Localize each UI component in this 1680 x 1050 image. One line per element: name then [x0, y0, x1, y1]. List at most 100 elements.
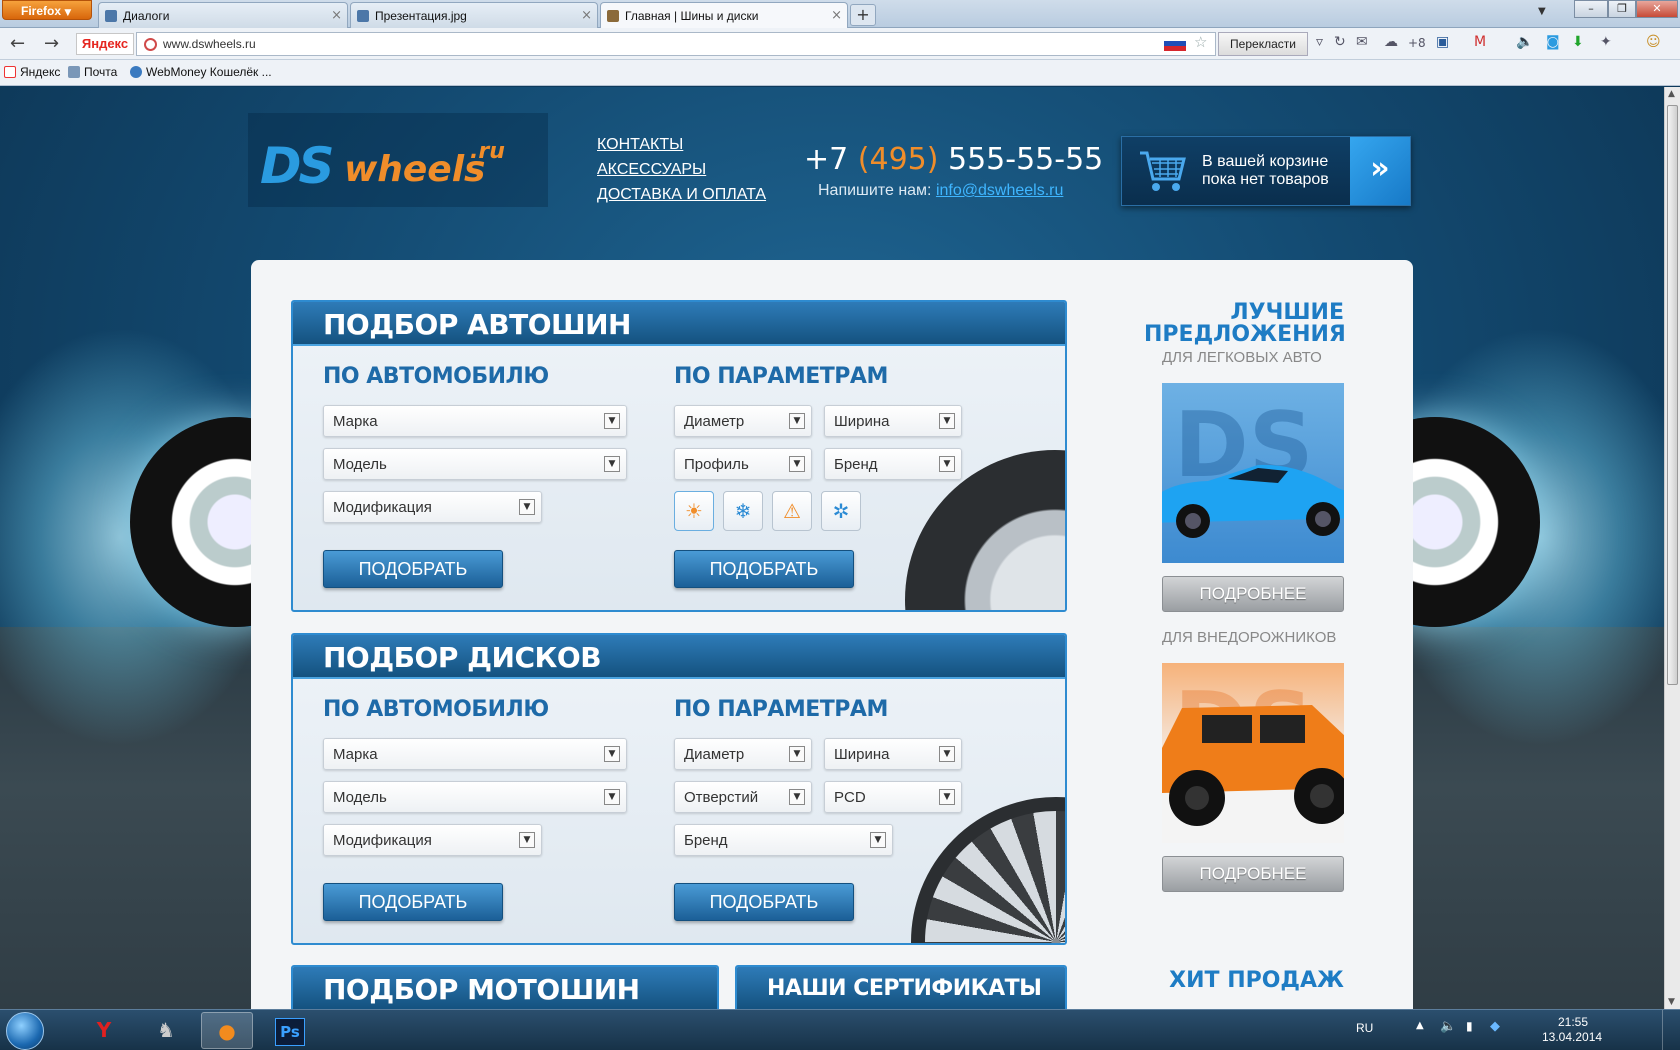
email-link[interactable]: info@dswheels.ru [936, 182, 1063, 199]
best-offers-title: ЛУЧШИЕ ПРЕДЛОЖЕНИЯ [1144, 302, 1346, 346]
car-offer-image[interactable]: DS [1162, 383, 1344, 563]
tab-dialogs[interactable]: Диалоги × [98, 2, 348, 28]
start-button[interactable] [6, 1012, 44, 1050]
reload-icon[interactable]: ↻ [1334, 34, 1346, 50]
volume-icon[interactable]: 🔈 [1440, 1019, 1456, 1034]
maximize-button[interactable]: ❐ [1608, 0, 1636, 18]
yandex-search-button[interactable]: Яндекс [76, 33, 134, 55]
site-logo[interactable]: DS wheels .ru [248, 113, 548, 207]
page-scrollbar[interactable]: ▲ ▼ [1664, 87, 1680, 1009]
tire-brand-select[interactable]: Марка ▼ [323, 405, 627, 437]
chevron-down-icon: ▼ [939, 413, 955, 429]
scroll-up-icon[interactable]: ▲ [1668, 89, 1675, 99]
gmail-icon[interactable]: M [1474, 34, 1486, 50]
tire-by-car-submit-button[interactable]: ПОДОБРАТЬ [323, 550, 503, 588]
close-icon[interactable]: × [331, 8, 342, 23]
mail-icon[interactable]: ✉ [1356, 34, 1368, 50]
suv-offer-image[interactable]: DS [1162, 663, 1344, 843]
addon-star-icon[interactable]: ✦ [1600, 34, 1612, 50]
tire-model-select[interactable]: Модель ▼ [323, 448, 627, 480]
suv-more-button[interactable]: ПОДРОБНЕЕ [1162, 856, 1344, 892]
navigation-toolbar: ← → Яндекс www.dswheels.ru ☆ Перекласти … [0, 28, 1680, 60]
scrollbar-thumb[interactable] [1667, 105, 1678, 685]
disc-maker-select[interactable]: Бренд ▼ [674, 824, 893, 856]
disc-width-select[interactable]: Ширина ▼ [824, 738, 962, 770]
cart-widget[interactable]: В вашей корзине пока нет товаров » [1121, 136, 1411, 206]
write-us-label: Напишите нам: [818, 182, 932, 199]
disc-model-select[interactable]: Модель ▼ [323, 781, 627, 813]
disc-by-car-submit-button[interactable]: ПОДОБРАТЬ [323, 883, 503, 921]
tire-diameter-select[interactable]: Диаметр ▼ [674, 405, 812, 437]
blue-sports-car-icon [1162, 464, 1344, 538]
nav-link-contacts[interactable]: КОНТАКТЫ [597, 136, 683, 154]
disc-brand-select[interactable]: Марка ▼ [323, 738, 627, 770]
disc-diameter-select[interactable]: Диаметр ▼ [674, 738, 812, 770]
tray-expand-icon[interactable]: ▲ [1416, 1020, 1424, 1031]
chevron-down-icon: ▼ [939, 456, 955, 472]
network-icon[interactable]: ▮ [1466, 1019, 1473, 1033]
close-icon[interactable]: × [831, 8, 842, 23]
close-window-button[interactable]: ✕ [1636, 0, 1678, 18]
tab-home[interactable]: Главная | Шины и диски × [600, 2, 848, 28]
bookmark-star-icon[interactable]: ☆ [1194, 33, 1207, 51]
disc-holes-select[interactable]: Отверстий ▼ [674, 781, 812, 813]
firefox-taskbar-icon[interactable]: ● [201, 1012, 253, 1049]
scroll-down-icon[interactable]: ▼ [1668, 997, 1675, 1007]
counter-strike-taskbar-icon[interactable]: ♞ [140, 1012, 192, 1049]
url-input[interactable]: www.dswheels.ru [136, 32, 1216, 56]
tab-list-icon[interactable]: ▼ [1538, 6, 1546, 17]
disc-picker-title: ПОДБОР ДИСКОВ [323, 641, 602, 674]
disc-by-params-submit-button[interactable]: ПОДОБРАТЬ [674, 883, 854, 921]
translate-button[interactable]: Перекласти [1218, 32, 1308, 56]
tire-modification-select[interactable]: Модификация ▼ [323, 491, 542, 523]
new-tab-button[interactable]: + [850, 4, 876, 26]
all-season-icon[interactable]: ✲ [821, 491, 861, 531]
minimize-button[interactable]: – [1574, 0, 1608, 18]
show-desktop-button[interactable] [1662, 1010, 1676, 1050]
clock-time[interactable]: 21:55 [1558, 1015, 1588, 1029]
tire-profile-select[interactable]: Профиль ▼ [674, 448, 812, 480]
tire-by-params-submit-button[interactable]: ПОДОБРАТЬ [674, 550, 854, 588]
site-favicon-icon [607, 10, 619, 22]
yandex-browser-taskbar-icon[interactable]: Y [78, 1012, 130, 1049]
vk-icon[interactable]: ▣ [1436, 34, 1449, 50]
disc-pcd-select[interactable]: PCD ▼ [824, 781, 962, 813]
cart-arrow-button[interactable]: » [1350, 137, 1410, 205]
russian-flag-icon[interactable] [1164, 36, 1186, 51]
chevron-down-icon: ▼ [789, 746, 805, 762]
smiley-icon[interactable]: ☺ [1646, 34, 1661, 50]
disc-modification-select[interactable]: Модификация ▼ [323, 824, 542, 856]
disc-picker-panel: ПОДБОР ДИСКОВ ПО АВТОМОБИЛЮ ПО ПАРАМЕТРА… [291, 633, 1067, 945]
forward-arrow-icon[interactable]: → [44, 33, 59, 54]
speaker-icon[interactable]: 🔈 [1516, 34, 1533, 50]
bookmark-webmoney[interactable]: WebMoney Кошелёк ... [130, 65, 272, 79]
weather-icon[interactable]: ☁ [1384, 34, 1398, 50]
url-text: www.dswheels.ru [163, 37, 256, 51]
dropbox-icon[interactable]: ◆ [1490, 1019, 1500, 1034]
car-more-button[interactable]: ПОДРОБНЕЕ [1162, 576, 1344, 612]
nav-link-accessories[interactable]: АКСЕССУАРЫ [597, 161, 706, 179]
winter-season-icon[interactable]: ❄ [723, 491, 763, 531]
dropdown-arrow-icon[interactable]: ▿ [1316, 34, 1323, 50]
cart-status-text: В вашей корзине пока нет товаров [1202, 153, 1329, 188]
summer-season-icon[interactable]: ☀ [674, 491, 714, 531]
nav-link-delivery[interactable]: ДОСТАВКА И ОПЛАТА [597, 186, 766, 204]
clock-date[interactable]: 13.04.2014 [1542, 1030, 1602, 1044]
firefox-menu-button[interactable]: Firefox ▼ [2, 0, 92, 20]
select-value: Модель [333, 789, 387, 806]
certificates-title: НАШИ СЕРТИФИКАТЫ [767, 976, 1042, 1001]
tire-width-select[interactable]: Ширина ▼ [824, 405, 962, 437]
download-icon[interactable]: ⬇ [1572, 34, 1584, 50]
bookmark-yandex[interactable]: Яндекс [4, 65, 60, 79]
photoshop-taskbar-icon[interactable]: Ps [264, 1012, 316, 1049]
site-identity-icon[interactable] [144, 38, 157, 51]
tire-maker-select[interactable]: Бренд ▼ [824, 448, 962, 480]
tab-presentation[interactable]: Презентация.jpg × [350, 2, 598, 28]
twitter-icon[interactable]: ◙ [1546, 34, 1560, 50]
bookmark-mail[interactable]: Почта [68, 65, 117, 79]
studded-winter-icon[interactable]: ⚠ [772, 491, 812, 531]
language-indicator[interactable]: RU [1356, 1021, 1373, 1035]
back-arrow-icon[interactable]: ← [10, 33, 25, 54]
weather-temp: +8 [1408, 36, 1426, 50]
close-icon[interactable]: × [581, 8, 592, 23]
